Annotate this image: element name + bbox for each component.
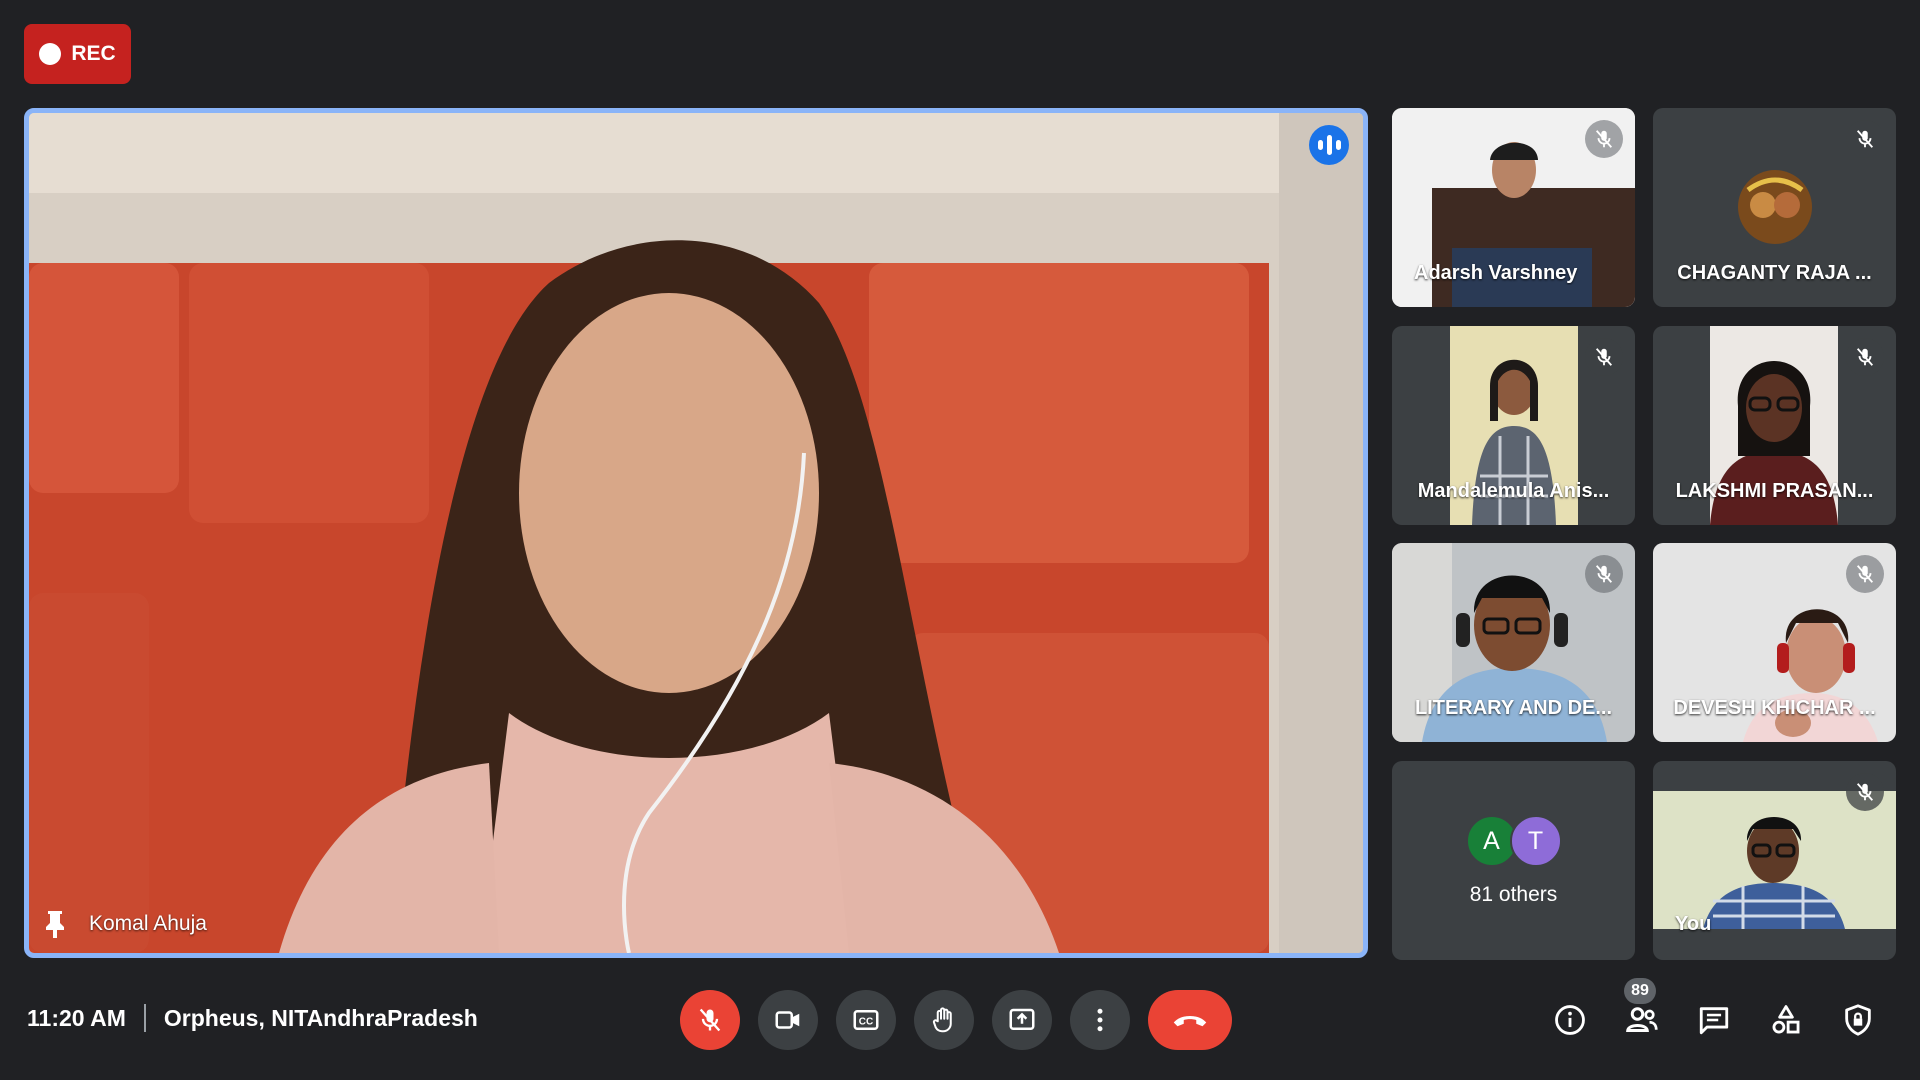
- video-camera-icon: [775, 1011, 800, 1029]
- participant-name: LAKSHMI PRASAN...: [1675, 480, 1874, 502]
- main-speaker-name: Komal Ahuja: [89, 912, 207, 935]
- participant-tile[interactable]: LITERARY AND DE...: [1392, 543, 1635, 742]
- meeting-name: Orpheus, NITAndhraPradesh: [163, 1004, 478, 1031]
- participant-tile[interactable]: DEVESH KHICHAR ...: [1653, 543, 1896, 742]
- mic-muted-icon: [1846, 555, 1884, 593]
- closed-captions-icon: CC: [853, 1010, 879, 1030]
- mic-muted-icon: [1585, 120, 1623, 158]
- main-speaker-label: Komal Ahuja: [43, 909, 207, 939]
- activities-shapes-icon: [1772, 1005, 1800, 1034]
- participant-name: Mandalemula Anis...: [1417, 480, 1610, 502]
- mic-muted-icon: [1585, 555, 1623, 593]
- speaking-indicator-icon: [1309, 125, 1349, 165]
- recording-indicator: REC: [24, 24, 131, 84]
- self-name: You: [1675, 913, 1712, 935]
- participant-name: LITERARY AND DE...: [1414, 697, 1613, 719]
- raise-hand-button[interactable]: [914, 990, 974, 1050]
- others-count-label: 81 others: [1469, 883, 1558, 906]
- camera-toggle-button[interactable]: [758, 990, 818, 1050]
- chat-button[interactable]: [1692, 998, 1736, 1042]
- mic-toggle-button[interactable]: [680, 990, 740, 1050]
- self-tile[interactable]: You: [1653, 761, 1896, 960]
- participant-name: Adarsh Varshney: [1414, 262, 1578, 284]
- chat-icon: [1699, 1007, 1729, 1035]
- mic-muted-icon: [1846, 773, 1884, 811]
- shield-lock-icon: [1845, 1004, 1871, 1036]
- people-icon: [1626, 1007, 1658, 1032]
- mic-muted-icon: [1846, 120, 1884, 158]
- others-avatars: A T: [1392, 815, 1635, 867]
- activities-button[interactable]: [1764, 998, 1808, 1042]
- participant-name: CHAGANTY RAJA ...: [1677, 262, 1872, 284]
- meeting-time: 11:20 AM: [27, 1004, 126, 1031]
- participant-name: DEVESH KHICHAR ...: [1673, 697, 1876, 719]
- more-options-button[interactable]: [1070, 990, 1130, 1050]
- avatar: T: [1509, 815, 1562, 867]
- more-vertical-icon: [1097, 1008, 1103, 1032]
- divider: [143, 1004, 146, 1032]
- people-count-badge: 89: [1624, 978, 1656, 1004]
- present-screen-button[interactable]: [992, 990, 1052, 1050]
- participant-tile[interactable]: Adarsh Varshney: [1392, 108, 1635, 307]
- leave-call-button[interactable]: [1148, 990, 1232, 1050]
- participant-tile[interactable]: Mandalemula Anis...: [1392, 326, 1635, 525]
- present-icon: [1009, 1008, 1035, 1030]
- meeting-details-button[interactable]: [1548, 998, 1592, 1042]
- info-icon: [1555, 1005, 1585, 1035]
- mic-muted-icon: [1846, 338, 1884, 376]
- hand-icon: [932, 1007, 952, 1033]
- mic-muted-icon: [1585, 338, 1623, 376]
- svg-text:CC: CC: [859, 1016, 873, 1027]
- end-call-icon: [1173, 1015, 1207, 1027]
- mic-off-icon: [699, 1008, 721, 1032]
- others-tile[interactable]: A T 81 others: [1392, 761, 1635, 960]
- recording-label: REC: [71, 42, 116, 65]
- participant-tile[interactable]: CHAGANTY RAJA ...: [1653, 108, 1896, 307]
- participant-avatar: [1738, 170, 1812, 244]
- participant-tile[interactable]: LAKSHMI PRASAN...: [1653, 326, 1896, 525]
- host-controls-button[interactable]: [1836, 998, 1880, 1042]
- people-button[interactable]: [1620, 998, 1664, 1042]
- record-dot-icon: [39, 43, 62, 65]
- main-speaker-tile[interactable]: Komal Ahuja: [24, 108, 1368, 958]
- self-video: [1653, 791, 1896, 929]
- captions-button[interactable]: CC: [836, 990, 896, 1050]
- main-speaker-video: [29, 113, 1363, 953]
- pin-icon[interactable]: [43, 909, 67, 939]
- meeting-info: 11:20 AM Orpheus, NITAndhraPradesh: [27, 1004, 478, 1032]
